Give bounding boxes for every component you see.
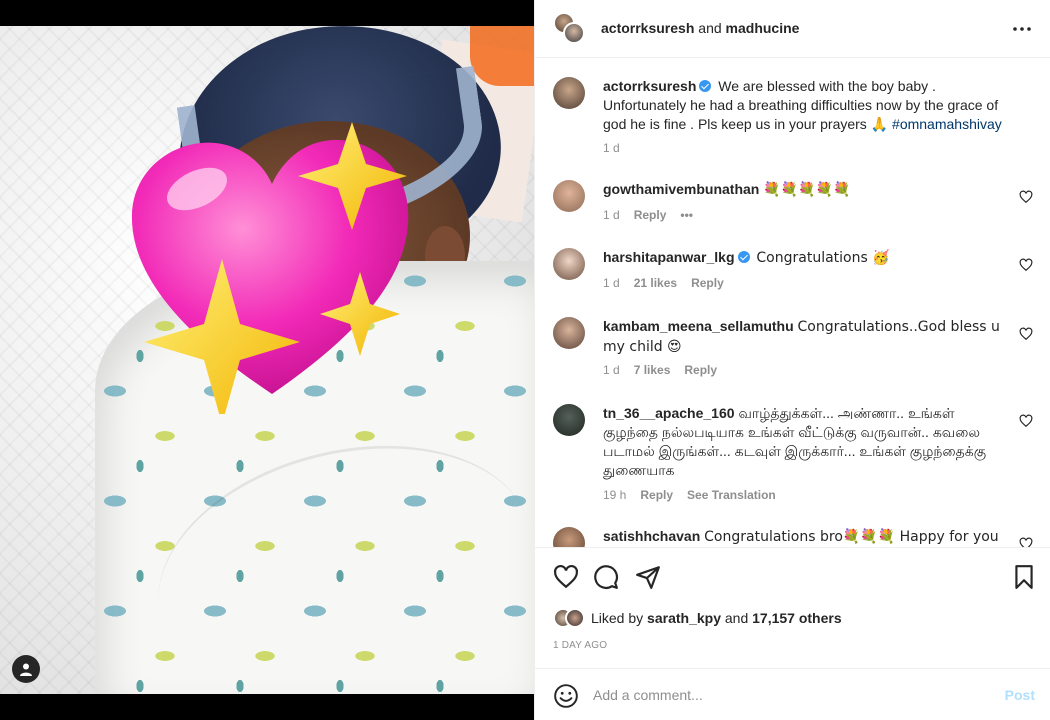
post-timestamp[interactable]: 1 DAY AGO [553,640,607,651]
emoji-icon[interactable] [553,683,579,709]
comment-text: satishhchavan Congratulations bro💐💐💐 Hap… [603,527,1003,547]
post-header: actorrksuresh and madhucine [535,0,1050,58]
comment-meta: 1 d 7 likes Reply [603,363,717,377]
authors-connector: and [698,20,722,36]
share-icon[interactable] [635,564,661,590]
avatar[interactable] [553,527,585,547]
comment-likes[interactable]: 7 likes [634,363,671,377]
avatar [563,22,585,44]
comment-text: kambam_meena_sellamuthu Congratulations.… [603,317,1003,357]
avatar[interactable] [553,317,585,349]
see-translation-button[interactable]: See Translation [687,488,776,502]
comment-like-icon[interactable] [1019,537,1033,547]
comment-like-icon[interactable] [1019,327,1033,341]
caption-meta: 1 d [603,141,620,155]
comment-like-icon[interactable] [1019,258,1033,272]
red-object [470,26,534,86]
avatar[interactable] [553,180,585,212]
comment-username[interactable]: kambam_meena_sellamuthu [603,318,794,334]
comment-text: gowthamivembunathan 💐💐💐💐💐 [603,180,1003,200]
likes-count[interactable]: 17,157 others [752,610,842,626]
post-media [0,0,534,720]
comment-time[interactable]: 1 d [603,208,620,222]
comment-meta: 1 d Reply ••• [603,208,693,222]
author-link[interactable]: actorrksuresh [601,20,694,36]
avatar [565,608,585,628]
more-options-button[interactable] [1013,20,1031,38]
likes-and-label: and [724,610,749,626]
comment-icon[interactable] [593,564,619,590]
caption-time[interactable]: 1 d [603,141,620,155]
caption-emoji: 🙏 [870,117,889,133]
heart-icon[interactable] [553,564,579,590]
comment-text: tn_36__apache_160 வாழ்த்துக்கள்... அண்ணா… [603,404,1003,480]
comments-list[interactable]: actorrksuresh We are blessed with the bo… [535,59,1050,547]
liked-by-label: Liked by [591,610,644,626]
reply-button[interactable]: Reply [640,488,673,502]
likes-summary[interactable]: Liked by sarath_kpy and 17,157 others [553,608,842,628]
avatar[interactable] [553,77,585,109]
comment-username[interactable]: satishhchavan [603,528,700,544]
comment-time[interactable]: 1 d [603,363,620,377]
coauthor-link[interactable]: madhucine [726,20,800,36]
post-comment-button[interactable]: Post [1005,687,1035,703]
user-tag-button[interactable] [12,655,40,683]
post-side-panel: actorrksuresh and madhucine actorrksures… [534,0,1050,720]
post-photo[interactable] [0,26,534,694]
verified-icon [737,251,750,263]
post-authors: actorrksuresh and madhucine [601,20,799,36]
comment-time[interactable]: 1 d [603,276,620,290]
reply-button[interactable]: Reply [684,363,717,377]
comment-username[interactable]: harshitapanwar_lkg [603,249,735,265]
bookmark-icon[interactable] [1011,564,1037,590]
comment-body: Congratulations 🥳 [756,250,890,266]
comment-meta: 1 d 21 likes Reply [603,276,724,290]
caption-text: actorrksuresh We are blessed with the bo… [603,77,1003,135]
avatar[interactable] [553,248,585,280]
comment-body: 💐💐💐💐💐 [763,182,851,198]
comment-text: harshitapanwar_lkg Congratulations 🥳 [603,248,1003,268]
comment-meta: 19 h Reply See Translation [603,488,776,502]
comment-options-button[interactable]: ••• [680,208,693,222]
sparkling-heart-sticker [131,122,409,414]
comment-username[interactable]: tn_36__apache_160 [603,405,735,421]
user-tag-icon [20,663,32,676]
post-actions: Liked by sarath_kpy and 17,157 others 1 … [535,547,1050,667]
reply-button[interactable]: Reply [634,208,667,222]
collab-avatars[interactable] [553,12,585,44]
comment-like-icon[interactable] [1019,190,1033,204]
reply-button[interactable]: Reply [691,276,724,290]
liked-by-user[interactable]: sarath_kpy [647,610,721,626]
verified-icon [699,80,712,92]
avatar[interactable] [553,404,585,436]
more-icon [1013,27,1031,31]
comment-input[interactable] [593,683,983,707]
comment-username[interactable]: gowthamivembunathan [603,181,759,197]
add-comment-bar: Post [535,668,1050,720]
comment-time[interactable]: 19 h [603,488,626,502]
hashtag-link[interactable]: #omnamahshivay [892,116,1002,132]
comment-like-icon[interactable] [1019,414,1033,428]
comment-body: Congratulations bro💐💐💐 Happy for you [704,529,999,545]
caption-username[interactable]: actorrksuresh [603,78,696,94]
comment-likes[interactable]: 21 likes [634,276,677,290]
